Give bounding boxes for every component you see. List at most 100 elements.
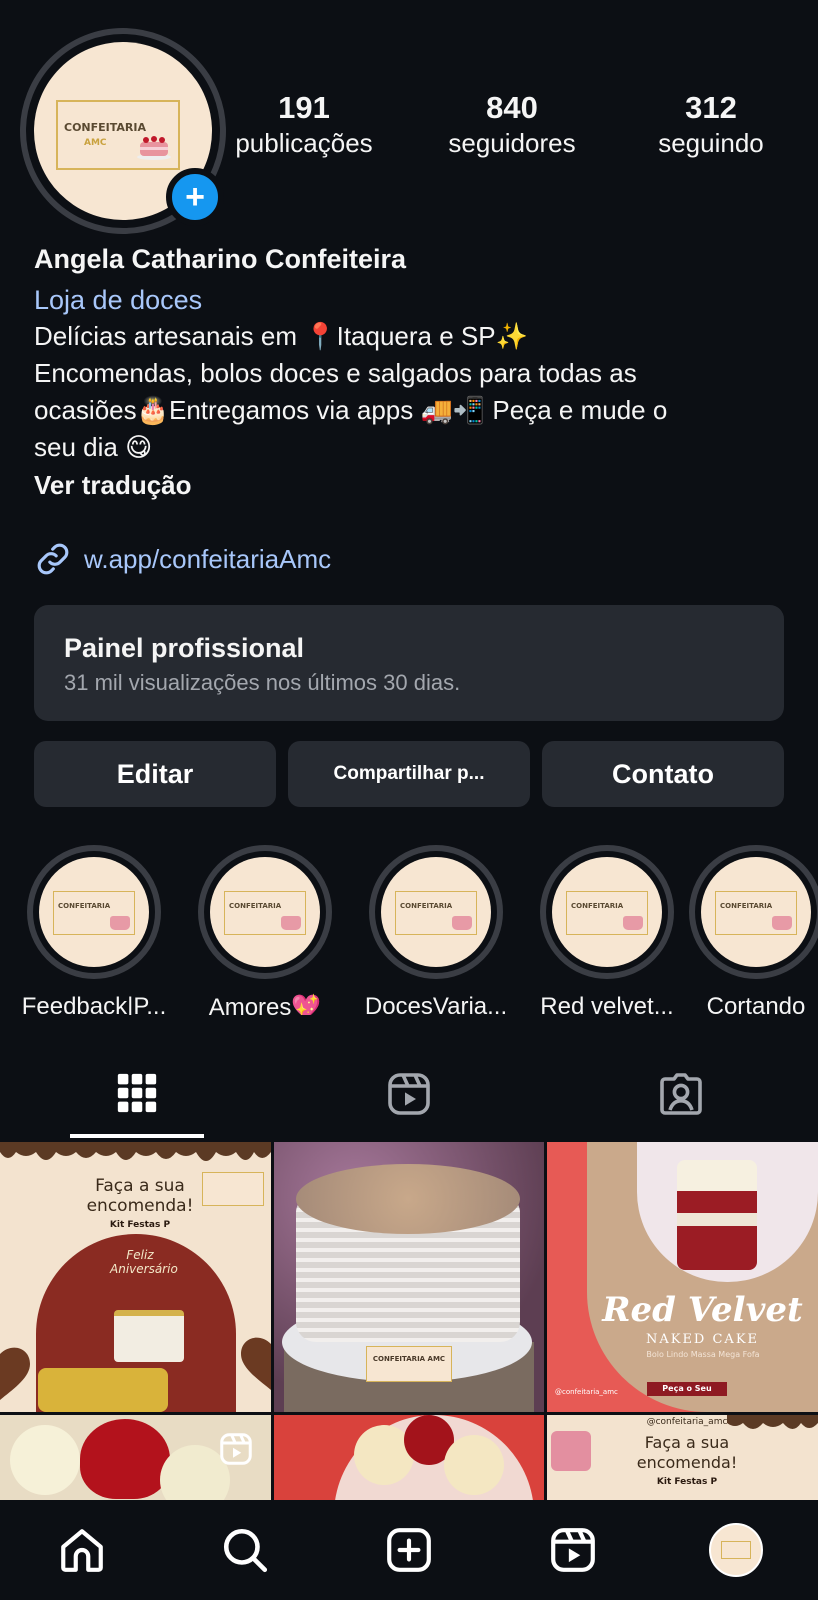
profile-avatar-ring[interactable]: CONFEITARIA AMC + bbox=[20, 28, 226, 234]
cake-illustration bbox=[551, 1431, 591, 1471]
highlight-label: Cortando bbox=[706, 993, 806, 1015]
highlight-cover: CONFEITARIA bbox=[701, 857, 811, 967]
tab-reels[interactable] bbox=[342, 1060, 476, 1140]
post-thumbnail[interactable]: @confeitaria_amc Faça a sua encomenda! K… bbox=[547, 1415, 818, 1500]
cake-topper-text: Feliz Aniversário bbox=[110, 1248, 178, 1276]
tab-posts-grid[interactable] bbox=[70, 1060, 204, 1140]
post-handle: @confeitaria_amc bbox=[646, 1417, 728, 1427]
highlight-cover: CONFEITARIA bbox=[39, 857, 149, 967]
highlight-item[interactable]: CONFEITARIA Cortando bbox=[671, 845, 818, 1015]
bottom-navigation bbox=[0, 1500, 818, 1600]
post-thumbnail[interactable]: Red Velvet NAKED CAKE Bolo Lindo Massa M… bbox=[547, 1142, 818, 1412]
stat-following-value: 312 bbox=[685, 90, 737, 125]
reels-icon bbox=[220, 1433, 252, 1465]
logo-text: CONFEITARIA AMC bbox=[64, 121, 146, 148]
sweet-ball bbox=[444, 1435, 504, 1495]
bio-line: Delícias artesanais em 📍Itaquera e SP✨ bbox=[34, 321, 528, 351]
story-highlights: CONFEITARIA Feedback|P... CONFEITARIA Am… bbox=[0, 845, 818, 1015]
contact-button[interactable]: Contato bbox=[542, 741, 784, 807]
highlight-ring: CONFEITARIA bbox=[689, 845, 818, 979]
link-icon bbox=[37, 543, 69, 575]
post-cta: Peça o Seu bbox=[647, 1382, 727, 1396]
post-title: Faça a sua encomenda! bbox=[636, 1433, 738, 1472]
post-description: Bolo Lindo Massa Mega Fofa bbox=[646, 1350, 760, 1359]
highlight-label: Amores💖 bbox=[208, 994, 322, 1015]
active-tab-indicator bbox=[70, 1134, 204, 1138]
highlight-item[interactable]: CONFEITARIA Red velvet... bbox=[522, 845, 692, 1015]
cake-shape bbox=[114, 1310, 184, 1362]
stat-followers-label: seguidores bbox=[448, 128, 576, 158]
profile-category[interactable]: Loja de doces bbox=[34, 285, 794, 316]
post-subtitle: NAKED CAKE bbox=[645, 1332, 760, 1347]
panel-subtitle: 31 mil visualizações nos últimos 30 dias… bbox=[64, 670, 461, 695]
edit-profile-button[interactable]: Editar bbox=[34, 741, 276, 807]
bio-text: Delícias artesanais em 📍Itaquera e SP✨ E… bbox=[34, 318, 794, 466]
share-profile-button[interactable]: Compartilhar p... bbox=[288, 741, 530, 807]
sweet-ball bbox=[10, 1425, 80, 1495]
highlight-item[interactable]: CONFEITARIA Feedback|P... bbox=[9, 845, 179, 1015]
profile-name: Angela Catharino Confeiteira bbox=[34, 244, 407, 274]
stat-following[interactable]: 312 seguindo bbox=[626, 90, 796, 159]
bio-line: seu dia 😋 bbox=[34, 432, 153, 462]
posts-grid: Faça a sua encomenda! Kit Festas P Feliz… bbox=[0, 1142, 818, 1500]
cake-icon bbox=[137, 136, 171, 160]
home-icon bbox=[60, 1529, 103, 1572]
post-thumbnail[interactable] bbox=[274, 1415, 544, 1500]
content-tabs bbox=[0, 1060, 818, 1140]
stat-posts[interactable]: 191 publicações bbox=[226, 90, 382, 159]
highlight-cover: CONFEITARIA bbox=[381, 857, 491, 967]
highlight-item[interactable]: CONFEITARIA Amores💖 bbox=[180, 845, 350, 1015]
professional-dashboard[interactable]: Painel profissional 31 mil visualizações… bbox=[34, 605, 784, 721]
post-thumbnail[interactable]: Faça a sua encomenda! Kit Festas P Feliz… bbox=[0, 1142, 271, 1412]
bio-line: ocasiões🎂Entregamos via apps 🚚📲 Peça e m… bbox=[34, 395, 668, 425]
create-icon bbox=[387, 1528, 431, 1572]
stat-posts-label: publicações bbox=[235, 128, 373, 158]
heart-decoration bbox=[241, 1337, 271, 1390]
highlight-label: Red velvet... bbox=[540, 993, 674, 1015]
profile-avatar-icon bbox=[709, 1523, 764, 1577]
stat-following-label: seguindo bbox=[658, 128, 764, 158]
grid-icon bbox=[117, 1073, 157, 1113]
sweets-tray bbox=[38, 1368, 168, 1412]
nav-profile[interactable] bbox=[701, 1515, 771, 1585]
tagged-icon bbox=[660, 1073, 702, 1115]
highlight-label: Feedback|P... bbox=[21, 993, 167, 1015]
stat-posts-value: 191 bbox=[278, 90, 330, 125]
profile-stats: 191 publicações 840 seguidores 312 segui… bbox=[226, 90, 818, 159]
chocolate-drip-decoration bbox=[0, 1142, 271, 1161]
panel-title: Painel profissional bbox=[64, 633, 305, 663]
bio-line: Encomendas, bolos doces e salgados para … bbox=[34, 358, 637, 388]
post-subtitle: Kit Festas P bbox=[109, 1220, 171, 1230]
reels-icon bbox=[388, 1073, 430, 1115]
tab-tagged[interactable] bbox=[614, 1060, 748, 1140]
add-story-button[interactable]: + bbox=[166, 168, 224, 226]
highlight-cover: CONFEITARIA bbox=[552, 857, 662, 967]
nav-search[interactable] bbox=[210, 1515, 280, 1585]
post-thumbnail[interactable]: CONFEITARIA AMC bbox=[274, 1142, 544, 1412]
post-handle: @confeitaria_amc bbox=[555, 1388, 618, 1396]
nav-create[interactable] bbox=[374, 1515, 444, 1585]
profile-actions: Editar Compartilhar p... Contato bbox=[34, 741, 784, 807]
profile-link[interactable]: w.app/confeitariaAmc bbox=[34, 540, 331, 578]
link-text[interactable]: w.app/confeitariaAmc bbox=[84, 544, 331, 575]
post-title: Red Velvet bbox=[602, 1290, 803, 1330]
post-title: Faça a sua encomenda! bbox=[86, 1176, 194, 1216]
post-subtitle: Kit Festas P bbox=[656, 1477, 718, 1487]
post-thumbnail[interactable] bbox=[0, 1415, 271, 1500]
stat-followers-value: 840 bbox=[486, 90, 538, 125]
logo-frame: CONFEITARIA AMC bbox=[56, 100, 180, 170]
highlight-ring: CONFEITARIA bbox=[369, 845, 503, 979]
stat-followers[interactable]: 840 seguidores bbox=[402, 90, 622, 159]
cake-top bbox=[296, 1164, 520, 1234]
highlight-label: DocesVaria... bbox=[364, 993, 508, 1015]
nav-home[interactable] bbox=[47, 1515, 117, 1585]
profile-bio: Angela Catharino Confeiteira Loja de doc… bbox=[34, 244, 794, 501]
nav-reels[interactable] bbox=[538, 1515, 608, 1585]
highlight-item[interactable]: CONFEITARIA DocesVaria... bbox=[351, 845, 521, 1015]
see-translation-link[interactable]: Ver tradução bbox=[34, 470, 794, 501]
heart-decoration bbox=[0, 1347, 30, 1400]
reels-icon bbox=[550, 1528, 595, 1572]
highlight-ring: CONFEITARIA bbox=[27, 845, 161, 979]
post-logo: CONFEITARIA AMC bbox=[366, 1346, 452, 1382]
strawberry bbox=[80, 1419, 170, 1499]
